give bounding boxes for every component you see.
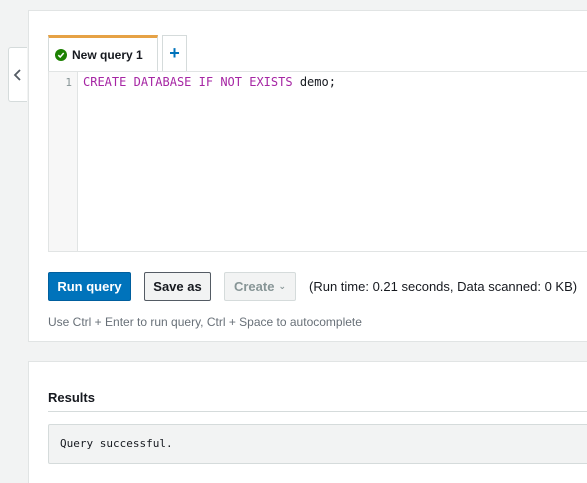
- query-tabs: New query 1 +: [48, 35, 187, 72]
- tab-new-query-1[interactable]: New query 1: [48, 35, 158, 71]
- results-title: Results: [48, 390, 95, 405]
- collapse-sidebar-button[interactable]: [8, 47, 27, 102]
- add-tab-button[interactable]: +: [162, 35, 187, 71]
- sql-keyword: NOT: [220, 75, 242, 89]
- line-number: 1: [65, 76, 72, 89]
- sql-keyword: CREATE: [83, 75, 127, 89]
- sql-keyword: EXISTS: [249, 75, 293, 89]
- results-panel: Results Query successful.: [28, 361, 587, 483]
- chevron-left-icon: [13, 68, 21, 81]
- create-dropdown-button[interactable]: Create ⌄: [224, 272, 296, 301]
- query-actions: Run query Save as Create ⌄ (Run time: 0.…: [48, 272, 577, 301]
- line-number-gutter: 1: [49, 72, 78, 251]
- results-output: Query successful.: [48, 424, 587, 464]
- sql-editor[interactable]: 1 CREATE DATABASE IF NOT EXISTS demo;: [48, 71, 587, 252]
- keyboard-hint: Use Ctrl + Enter to run query, Ctrl + Sp…: [48, 315, 362, 329]
- divider: [48, 411, 587, 412]
- add-icon: +: [169, 43, 180, 63]
- chevron-down-icon: ⌄: [278, 281, 286, 291]
- sql-keyword: IF: [198, 75, 214, 89]
- run-query-button[interactable]: Run query: [48, 272, 131, 301]
- run-stats: (Run time: 0.21 seconds, Data scanned: 0…: [309, 279, 578, 294]
- results-message: Query successful.: [60, 437, 173, 450]
- tab-label: New query 1: [72, 47, 143, 62]
- sql-identifier: demo;: [292, 75, 336, 89]
- query-editor-panel: New query 1 + 1 CREATE DATABASE IF NOT E…: [28, 10, 587, 342]
- code-line[interactable]: CREATE DATABASE IF NOT EXISTS demo;: [83, 75, 336, 89]
- check-circle-icon: [55, 48, 67, 61]
- save-as-button[interactable]: Save as: [144, 272, 211, 301]
- sql-keyword: DATABASE: [133, 75, 192, 89]
- create-label: Create: [233, 279, 275, 294]
